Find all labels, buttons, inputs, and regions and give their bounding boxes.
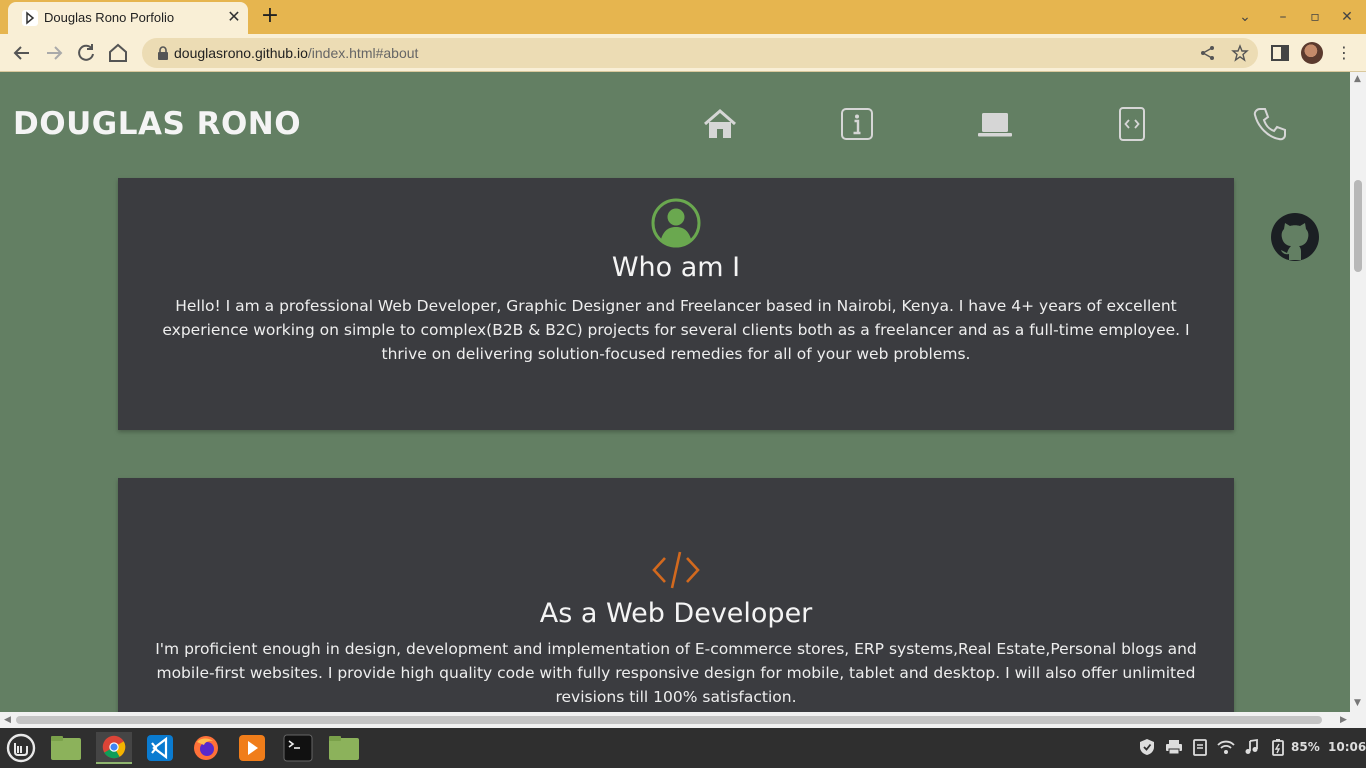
media-player-icon[interactable]	[234, 732, 270, 764]
laptop-icon[interactable]	[977, 106, 1013, 142]
new-tab-button[interactable]: +	[258, 5, 282, 29]
lock-icon[interactable]	[156, 46, 170, 60]
files-app-icon[interactable]	[48, 732, 84, 764]
web-developer-text: I'm proficient enough in design, develop…	[155, 640, 1197, 706]
browser-toolbar: douglasrono.github.io/index.html#about ⋮	[0, 34, 1366, 72]
scroll-right-icon[interactable]: ▶	[1340, 715, 1347, 725]
vertical-scrollbar[interactable]: ▲ ▼	[1350, 72, 1366, 712]
maximize-button[interactable]: ▫	[1304, 6, 1326, 28]
site-header: DOUGLAS RONO	[0, 72, 1350, 178]
vertical-scroll-thumb[interactable]	[1354, 180, 1362, 272]
battery-percent: 85%	[1291, 740, 1320, 754]
about-text: Hello! I am a professional Web Developer…	[162, 297, 1190, 363]
tab-strip: Douglas Rono Porfolio ✕ + ⌄ – ▫ ✕	[0, 0, 1366, 34]
mint-menu-icon[interactable]	[4, 732, 38, 764]
scroll-down-icon[interactable]: ▼	[1354, 698, 1361, 708]
url-host: douglasrono.github.io	[174, 45, 308, 61]
web-developer-card: As a Web Developer I'm proficient enough…	[118, 478, 1234, 712]
code-file-icon[interactable]	[1114, 106, 1150, 142]
scroll-up-icon[interactable]: ▲	[1354, 74, 1361, 84]
web-developer-heading: As a Web Developer	[539, 598, 813, 629]
vscode-app-icon[interactable]	[142, 732, 178, 764]
home-button-icon[interactable]	[106, 41, 130, 65]
printer-icon[interactable]	[1165, 738, 1183, 756]
browser-menu-icon[interactable]: ⋮	[1336, 42, 1352, 64]
site-favicon-icon	[22, 10, 38, 26]
side-panel-icon[interactable]	[1270, 43, 1290, 63]
info-icon[interactable]	[839, 106, 875, 142]
url-path: /index.html#about	[307, 45, 419, 61]
phone-icon[interactable]	[1252, 106, 1288, 142]
forward-icon[interactable]	[42, 41, 66, 65]
os-taskbar: 85% 10:06	[0, 728, 1366, 768]
chrome-app-icon[interactable]	[96, 732, 132, 764]
home-icon[interactable]	[702, 106, 738, 142]
user-circle-icon	[651, 198, 701, 248]
scroll-left-icon[interactable]: ◀	[4, 715, 11, 725]
close-window-button[interactable]: ✕	[1336, 6, 1358, 28]
shield-icon[interactable]	[1138, 738, 1156, 756]
clipboard-icon[interactable]	[1191, 738, 1209, 756]
url-text[interactable]: douglasrono.github.io/index.html#about	[174, 45, 418, 61]
code-icon	[652, 551, 700, 589]
horizontal-scroll-thumb[interactable]	[16, 716, 1322, 724]
horizontal-scrollbar[interactable]: ◀ ▶	[0, 712, 1366, 728]
files-window-icon[interactable]	[326, 732, 362, 764]
github-icon[interactable]	[1270, 212, 1320, 262]
wifi-icon[interactable]	[1217, 738, 1235, 756]
terminal-app-icon[interactable]	[280, 732, 316, 764]
bookmark-star-icon[interactable]	[1231, 44, 1249, 62]
browser-tab[interactable]: Douglas Rono Porfolio ✕	[8, 2, 248, 34]
profile-avatar[interactable]	[1301, 42, 1323, 64]
battery-icon[interactable]	[1269, 738, 1287, 756]
back-icon[interactable]	[10, 41, 34, 65]
page-viewport: DOUGLAS RONO Who am I Hello! I am a prof…	[0, 72, 1350, 712]
tab-search-icon[interactable]: ⌄	[1234, 6, 1256, 28]
firefox-app-icon[interactable]	[188, 732, 224, 764]
sound-icon[interactable]	[1243, 738, 1261, 756]
site-brand[interactable]: DOUGLAS RONO	[13, 106, 301, 142]
reload-icon[interactable]	[74, 41, 98, 65]
minimize-button[interactable]: –	[1272, 6, 1294, 28]
address-bar[interactable]: douglasrono.github.io/index.html#about	[142, 38, 1258, 68]
about-card: Who am I Hello! I am a professional Web …	[118, 178, 1234, 430]
clock[interactable]: 10:06	[1328, 740, 1366, 754]
tab-title: Douglas Rono Porfolio	[44, 10, 175, 25]
tab-close-icon[interactable]: ✕	[225, 8, 243, 26]
share-icon[interactable]	[1199, 44, 1217, 62]
about-heading: Who am I	[611, 252, 741, 283]
